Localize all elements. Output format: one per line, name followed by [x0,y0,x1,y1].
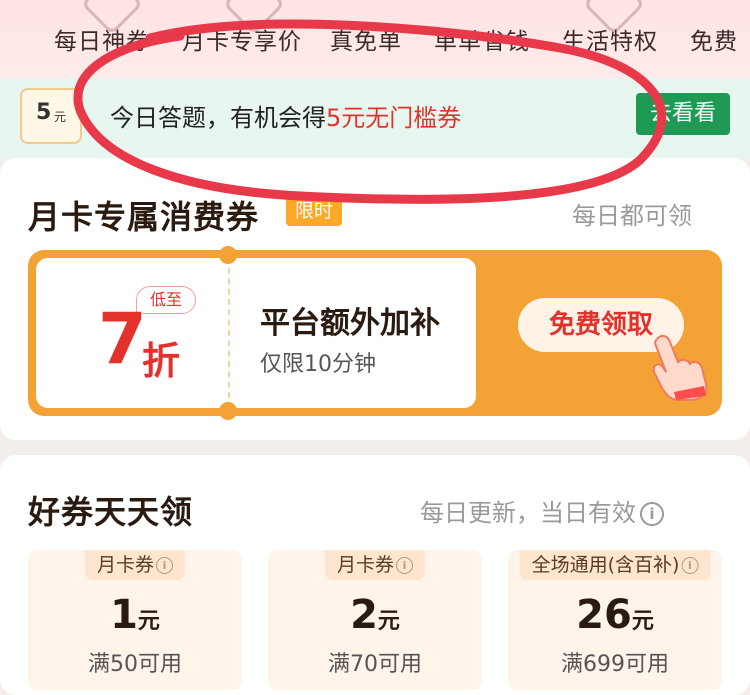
quiz-banner[interactable]: 5 元 今日答题，有机会得5元无门槛券 去看看 [0,78,750,158]
section-right-text: 每日更新，当日有效 i [420,493,664,528]
badge-value: 5 [36,100,52,125]
info-icon[interactable]: i [640,502,664,526]
info-icon[interactable]: i [396,557,414,574]
category-strip: 每日神券 月卡专享价 真免单 单单省钱 生活特权 免费 [0,0,750,78]
monthly-coupon-section: 月卡专属消费券 限时 每日都可领 低至 7 折 平台额外加补 仅限10分钟 免费… [0,158,750,440]
section-title: 好券天天领 [28,493,194,531]
category-monthly-price[interactable]: 月卡专享价 [182,22,302,56]
coupon-title: 平台额外加补 [260,306,440,341]
coupon-unit: 元 [377,609,400,634]
ticket-notch [219,246,237,264]
quiz-text-prefix: 今日答题，有机会得 [110,104,326,132]
category-save-money[interactable]: 单单省钱 [434,22,530,56]
coupon-value: 1 [110,592,138,638]
daily-coupon-section: 好券天天领 每日更新，当日有效 i 月卡券 i 1元 满50可用 月卡券 i 2元 满… [0,455,750,695]
coupon-condition: 满70可用 [328,652,422,677]
coupon-tag-label: 月卡券 [336,554,395,576]
coupon-condition: 满699可用 [561,652,669,677]
quiz-text: 今日答题，有机会得5元无门槛券 [110,98,461,133]
section-right-text: 每日都可领 [572,202,692,230]
coupon-condition: 满50可用 [88,652,182,677]
coupon-unit: 元 [137,609,160,634]
coupon-value: 26 [576,592,632,638]
coupon-body: 低至 7 折 平台额外加补 仅限10分钟 [36,258,476,408]
coupon-amount: 2元 [268,592,482,638]
coupon-subtitle: 仅限10分钟 [260,352,376,377]
category-free[interactable]: 免费 [690,22,738,56]
discount-value: 7 [98,298,147,380]
discount-unit: 折 [142,339,181,383]
info-icon[interactable]: i [156,557,174,574]
info-icon[interactable]: i [681,557,699,574]
go-see-button[interactable]: 去看看 [636,93,730,135]
category-daily-coupon[interactable]: 每日神券 [54,22,150,56]
section-title: 月卡专属消费券 [28,198,260,236]
coupon-badge-icon: 5 元 [20,88,82,144]
coupon-unit: 元 [631,609,654,634]
coupon-tile[interactable]: 月卡券 i 2元 满70可用 [268,550,482,690]
coupon-tile[interactable]: 月卡券 i 1元 满50可用 [28,550,242,690]
dashed-divider [228,268,230,398]
limited-time-badge: 限时 [286,196,342,226]
coupon-tile[interactable]: 全场通用(含百补) i 26元 满699可用 [508,550,722,690]
coupon-amount: 26元 [508,592,722,638]
coupon-value: 2 [350,592,378,638]
coupon-amount: 1元 [28,592,242,638]
monthly-coupon-card[interactable]: 低至 7 折 平台额外加补 仅限10分钟 免费领取 [28,246,722,420]
section-right-label: 每日更新，当日有效 [420,499,636,527]
coupon-tag: 月卡券 i [324,550,426,580]
badge-unit: 元 [54,110,67,124]
coupon-tag: 月卡券 i [84,550,186,580]
quiz-text-highlight: 5元无门槛券 [326,104,462,132]
coupon-tag-label: 全场通用(含百补) [531,554,680,576]
category-life-perks[interactable]: 生活特权 [562,22,658,56]
coupon-tag-label: 月卡券 [96,554,155,576]
category-free-order[interactable]: 真免单 [330,22,402,56]
pointing-hand-icon [652,334,708,401]
ticket-notch [219,402,237,420]
coupon-tag: 全场通用(含百补) i [519,550,711,580]
